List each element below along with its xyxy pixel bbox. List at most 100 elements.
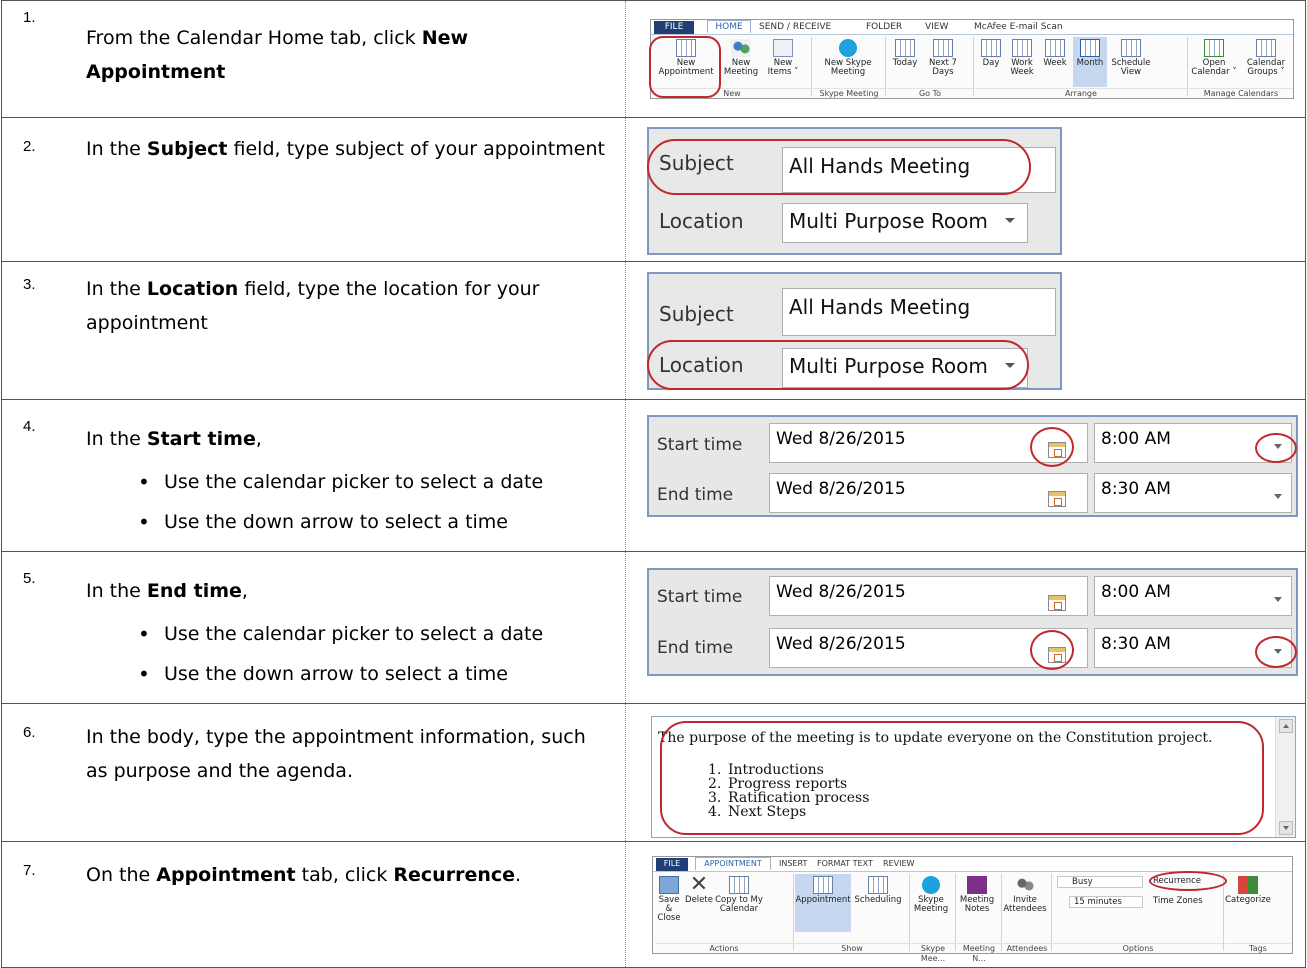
work-week-button[interactable]: Work Week	[1007, 39, 1037, 77]
highlight-circle	[1255, 636, 1297, 668]
tab-folder[interactable]: FOLDER	[866, 21, 902, 34]
highlight-circle	[647, 340, 1029, 390]
scroll-down-icon[interactable]	[1279, 821, 1293, 835]
bullet-list: Use the calendar picker to select a date…	[138, 462, 543, 542]
appointment-icon	[813, 876, 833, 894]
month-icon	[1080, 39, 1100, 57]
dropdown-arrow-icon[interactable]	[1274, 597, 1282, 602]
emphasis: Start time	[146, 428, 256, 450]
time-zones-button[interactable]: Time Zones	[1153, 896, 1221, 908]
new-meeting-button[interactable]: New Meeting	[721, 39, 761, 77]
vertical-scrollbar[interactable]	[1275, 717, 1295, 837]
subject-field[interactable]: All Hands Meeting	[782, 288, 1056, 336]
step-row-6: 6. In the body, type the appointment inf…	[1, 704, 1306, 842]
group-label-skype: Skype Meeting	[813, 88, 885, 98]
highlight-circle	[1030, 630, 1074, 670]
step-row-7: 7. On the Appointment tab, click Recurre…	[1, 842, 1306, 968]
meeting-notes-button[interactable]: Meeting Notes	[957, 876, 997, 914]
new-items-icon	[773, 39, 793, 57]
group-label-attendees: Attendees	[1003, 943, 1051, 953]
today-button[interactable]: Today	[887, 39, 923, 68]
day-icon	[981, 39, 1001, 57]
emphasis: Location	[146, 278, 239, 300]
tab-file[interactable]: FILE	[656, 858, 688, 871]
new-items-button[interactable]: New Items ˅	[763, 39, 803, 77]
delete-icon: ✕	[689, 872, 709, 897]
tab-file[interactable]: FILE	[654, 21, 694, 34]
calendar-groups-button[interactable]: Calendar Groups ˅	[1241, 39, 1291, 77]
end-date-field[interactable]: Wed 8/26/2015	[769, 473, 1088, 513]
highlight-circle	[647, 139, 1031, 195]
group-label-actions: Actions	[655, 943, 793, 953]
people-icon	[731, 39, 751, 57]
subject-label: Subject	[659, 302, 734, 326]
step-text: In the Location field, type the location…	[86, 278, 540, 334]
list-item: Use the calendar picker to select a date	[138, 614, 543, 654]
dropdown-arrow-icon[interactable]	[1005, 218, 1015, 223]
bullet-list: Use the calendar picker to select a date…	[138, 614, 543, 694]
calendar-picker-icon[interactable]	[1048, 491, 1066, 507]
location-field[interactable]: Multi Purpose Room	[782, 203, 1028, 243]
group-label-skype: Skype Mee...	[911, 943, 955, 963]
highlight-circle	[660, 721, 1264, 835]
step-text: In the Start time,	[86, 428, 262, 450]
appointment-view-button[interactable]: Appointment	[795, 874, 851, 932]
next-days-icon	[933, 39, 953, 57]
open-calendar-button[interactable]: Open Calendar ˅	[1189, 39, 1239, 77]
onenote-icon	[967, 876, 987, 894]
show-as-busy-select[interactable]: Busy	[1057, 876, 1143, 888]
step-number: 6.	[23, 724, 36, 741]
scheduling-button[interactable]: Scheduling	[853, 876, 903, 905]
week-icon	[1045, 39, 1065, 57]
tab-home[interactable]: HOME	[707, 20, 751, 33]
categorize-button[interactable]: Categorize	[1225, 876, 1271, 905]
tab-send-receive[interactable]: SEND / RECEIVE	[759, 21, 831, 34]
reminder-select[interactable]: 15 minutes	[1069, 896, 1143, 908]
tab-review[interactable]: REVIEW	[883, 858, 914, 871]
tab-insert[interactable]: INSERT	[779, 858, 807, 871]
start-date-field[interactable]: Wed 8/26/2015	[769, 576, 1088, 616]
copy-to-calendar-button[interactable]: Copy to My Calendar	[715, 876, 763, 914]
emphasis: Recurrence	[393, 864, 516, 886]
copy-calendar-icon	[729, 876, 749, 894]
skype-meeting-button[interactable]: Skype Meeting	[911, 876, 951, 914]
separator	[1001, 874, 1002, 951]
group-label-meeting-notes: Meeting N...	[957, 943, 1001, 963]
today-icon	[895, 39, 915, 57]
invite-attendees-button[interactable]: Invite Attendees	[1003, 876, 1047, 914]
highlight-circle	[1030, 427, 1074, 467]
dropdown-arrow-icon[interactable]	[1274, 494, 1282, 499]
scroll-up-icon[interactable]	[1279, 719, 1293, 733]
tab-mcafee[interactable]: McAfee E-mail Scan	[974, 21, 1063, 34]
calendar-picker-icon[interactable]	[1048, 595, 1066, 611]
group-label-manage: Manage Calendars	[1189, 88, 1293, 98]
appointment-body-editor[interactable]: The purpose of the meeting is to update …	[651, 716, 1296, 838]
end-time-field[interactable]: 8:30 AM	[1094, 473, 1292, 513]
skype-icon	[839, 39, 857, 57]
start-time-label: Start time	[657, 435, 743, 455]
start-end-time-panel: Start time Wed 8/26/2015 8:00 AM End tim…	[647, 568, 1298, 676]
column-divider	[625, 842, 626, 967]
schedule-view-button[interactable]: Schedule View	[1109, 39, 1153, 77]
ribbon-body: New Appointment New Meeting New Items ˅ …	[651, 34, 1293, 98]
ribbon-tabs: FILE HOME SEND / RECEIVE FOLDER VIEW McA…	[651, 20, 1293, 34]
save-close-button[interactable]: Save & Close	[655, 876, 683, 923]
start-time-field[interactable]: 8:00 AM	[1094, 576, 1292, 616]
step-row-2: 2. In the Subject field, type subject of…	[1, 118, 1306, 262]
start-time-label: Start time	[657, 587, 743, 607]
delete-button[interactable]: ✕ Delete	[685, 872, 713, 905]
separator	[1223, 874, 1224, 951]
day-view-button[interactable]: Day	[977, 39, 1005, 68]
step-number: 7.	[23, 862, 36, 879]
people-icon	[1015, 876, 1035, 894]
step-text: From the Calendar Home tab, click New Ap…	[86, 27, 469, 83]
categorize-icon	[1238, 876, 1258, 894]
new-skype-meeting-button[interactable]: New Skype Meeting	[813, 39, 883, 77]
tab-format-text[interactable]: FORMAT TEXT	[817, 858, 873, 871]
tab-appointment[interactable]: APPOINTMENT	[695, 857, 771, 870]
week-view-button[interactable]: Week	[1039, 39, 1071, 68]
separator	[1187, 37, 1188, 96]
tab-view[interactable]: VIEW	[925, 21, 948, 34]
next-7-days-button[interactable]: Next 7 Days	[925, 39, 961, 77]
month-view-button[interactable]: Month	[1073, 37, 1107, 87]
